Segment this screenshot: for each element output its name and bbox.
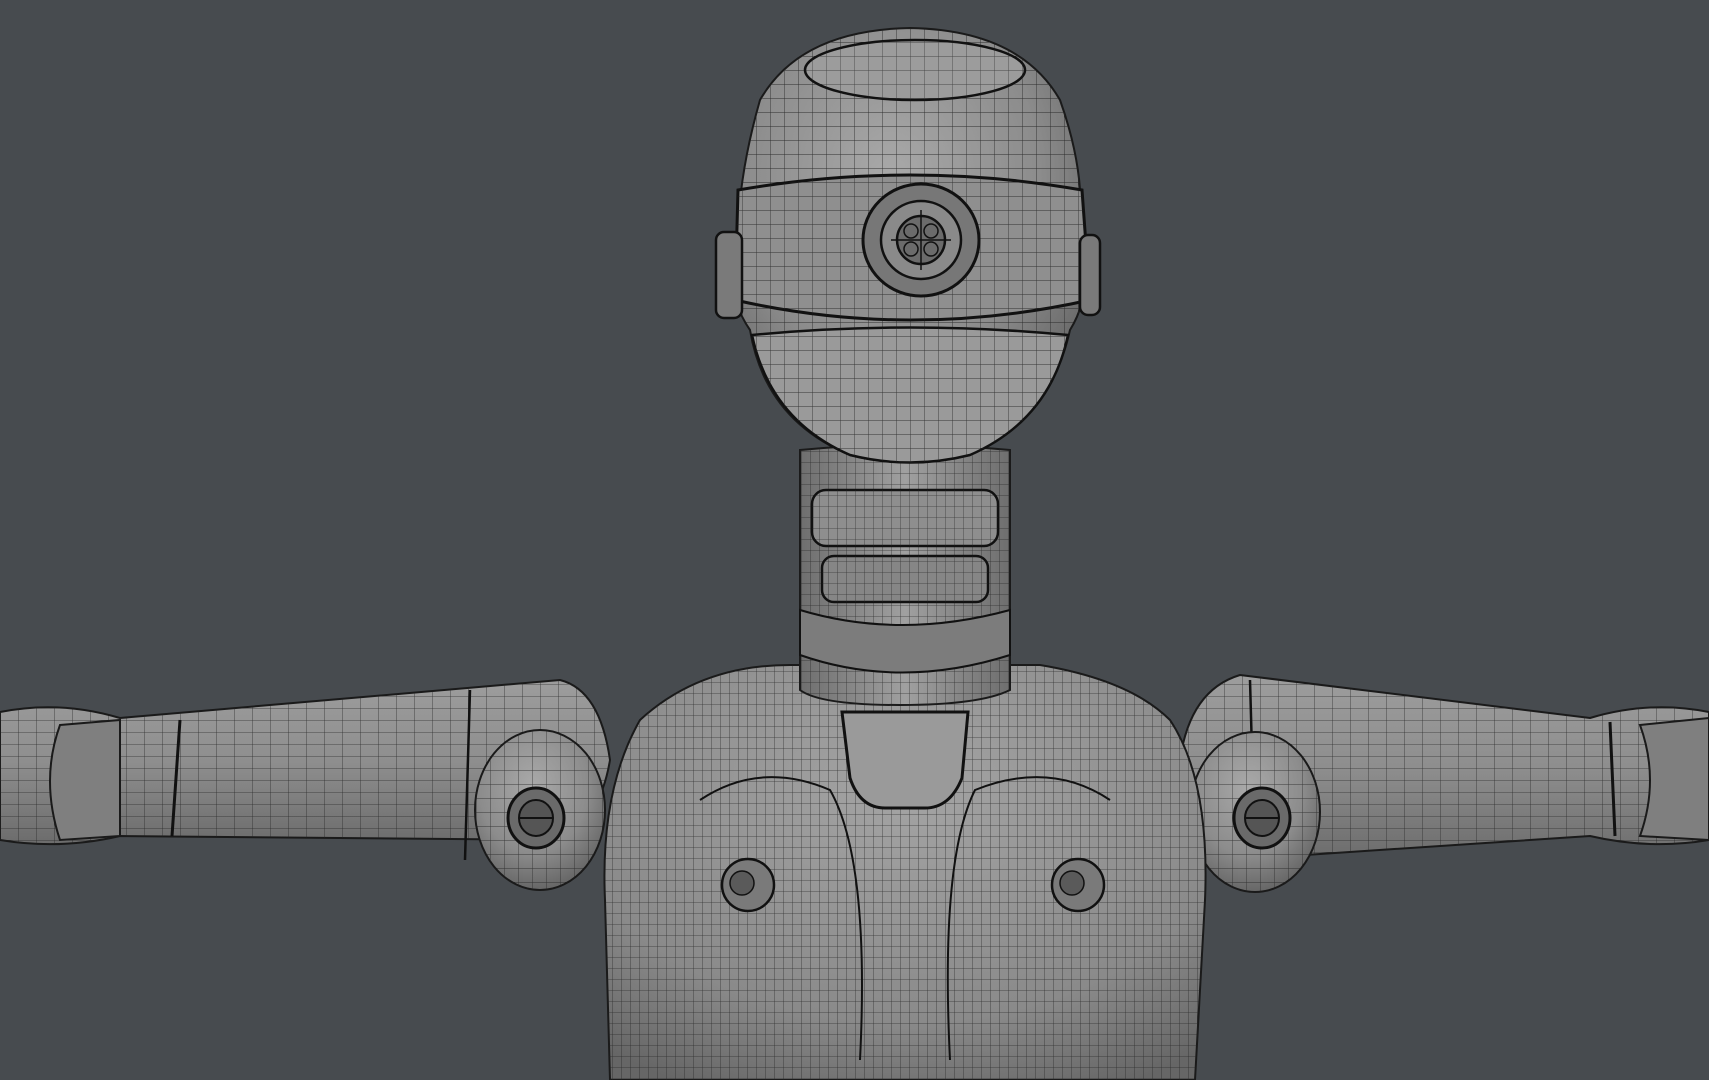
viewport-canvas[interactable]: [0, 0, 1709, 1080]
torso[interactable]: [603, 664, 1207, 1080]
head[interactable]: [714, 26, 1102, 464]
neck[interactable]: [799, 444, 1011, 707]
ear-right: [1078, 233, 1102, 317]
right-arm[interactable]: [1178, 673, 1709, 893]
3d-viewport[interactable]: [0, 0, 1709, 1080]
left-arm[interactable]: [0, 678, 612, 891]
ear-left: [714, 230, 744, 320]
